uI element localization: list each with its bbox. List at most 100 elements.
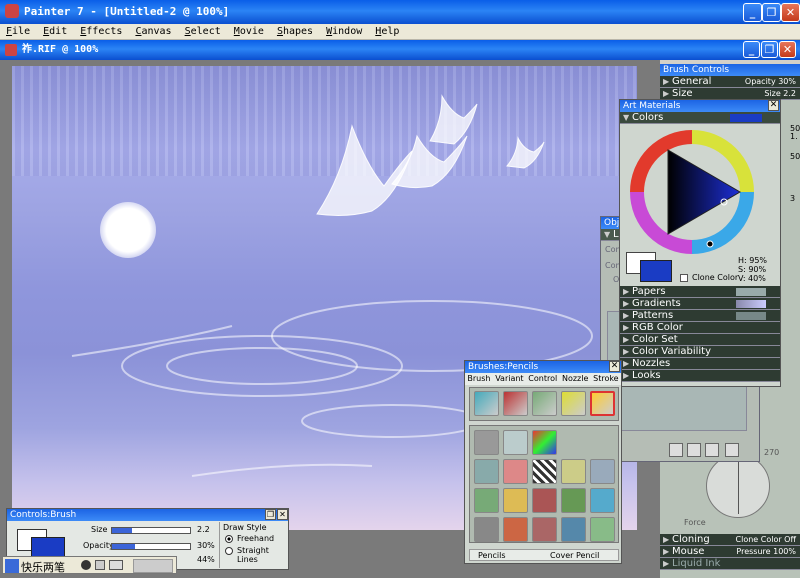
papers-row[interactable]: ▶ Papers [620,286,780,298]
pattern-brush-icon[interactable] [532,459,557,484]
third-value: 44% [197,555,215,564]
camera-brush-icon[interactable] [474,430,499,455]
menu-movie[interactable]: Movie [234,24,264,40]
fx-brush-icon[interactable] [503,488,528,513]
watercolor-brush-icon[interactable] [590,488,615,513]
menu-file[interactable]: File [6,24,30,40]
doc-minimize-button[interactable]: _ [743,41,760,58]
brushes-status-bar: Pencils Cover Pencil [469,549,619,561]
art-materials-title: Art Materials ✕ [620,100,780,112]
clone-color-checkbox[interactable] [680,274,688,282]
colors-section-header[interactable]: ▼ Colors [620,112,780,124]
cloning-row[interactable]: ▶ Cloning Clone Color Off [660,534,800,546]
current-color-swatch[interactable] [640,260,672,282]
charcoal-brush-icon[interactable] [474,488,499,513]
color-variability-row[interactable]: ▶ Color Variability [620,346,780,358]
paintbrush-tool-icon[interactable] [503,391,528,416]
palette-knife-tool-icon[interactable] [532,391,557,416]
chalk-brush-icon[interactable] [503,459,528,484]
layer-link-icon[interactable] [705,443,719,457]
menu-shapes[interactable]: Shapes [277,24,313,40]
airbrush-tool-icon[interactable] [474,391,499,416]
patterns-row[interactable]: ▶ Patterns [620,310,780,322]
color-set-row[interactable]: ▶ Color Set [620,334,780,346]
clone-color-label: Clone Color [692,273,739,282]
minimize-button[interactable]: _ [743,3,762,22]
pen-brush-icon[interactable] [561,459,586,484]
nozzles-row[interactable]: ▶ Nozzles [620,358,780,370]
ink-brush-icon[interactable] [474,459,499,484]
moon-mode-icon[interactable] [81,560,91,570]
rainbow-brush-icon[interactable] [532,430,557,455]
layer-stack-icon[interactable] [669,443,683,457]
tinting-brush-icon[interactable] [590,517,615,542]
artist-brush-icon[interactable] [532,517,557,542]
brushes-menu-variant[interactable]: Variant [495,373,523,385]
pencil-tool-icon[interactable] [590,391,615,416]
mouse-row[interactable]: ▶ Mouse Pressure 100% [660,546,800,558]
menu-effects[interactable]: Effects [80,24,122,40]
brushes-menu-stroke[interactable]: Stroke [593,373,619,385]
size-value: 2.2 [197,525,210,534]
opacity-label: Opacity [83,541,114,550]
hue-value: H: 95% [738,256,768,265]
menu-canvas[interactable]: Canvas [135,24,171,40]
brushes-menu-brush[interactable]: Brush [467,373,490,385]
close-button[interactable]: ✕ [781,3,800,22]
controls-undock-button[interactable]: ❐ [265,509,276,520]
keyboard-icon[interactable] [109,560,123,570]
document-title: 祚.RIF @ 100% [22,44,99,55]
menu-edit[interactable]: Edit [43,24,67,40]
punctuation-icon[interactable] [95,560,105,570]
impasto-brush-icon[interactable] [561,488,586,513]
menu-select[interactable]: Select [185,24,221,40]
size-slider[interactable] [111,527,191,534]
freehand-label: Freehand [237,534,275,543]
looks-row[interactable]: ▶ Looks [620,370,780,382]
trash-icon[interactable] [725,443,739,457]
brushes-menu-control[interactable]: Control [528,373,557,385]
opacity-slider[interactable] [111,543,191,550]
saturation-value: S: 90% [738,265,767,274]
straight-lines-radio[interactable] [225,547,233,555]
draw-style-label: Draw Style [223,523,267,532]
maximize-button[interactable]: ❐ [762,3,781,22]
cloner-brush-icon[interactable] [503,430,528,455]
art-materials-close-button[interactable]: ✕ [768,100,779,111]
layer-brush-icon[interactable] [687,443,701,457]
ime-label[interactable]: 快乐两笔 [21,559,65,575]
controls-brush-title: Controls:Brush [7,509,288,521]
hsv-readout: H: 95% S: 90% V: 40% [738,256,778,283]
brushes-menu-nozzle[interactable]: Nozzle [562,373,588,385]
brushes-close-button[interactable]: ✕ [609,361,620,372]
side-value-4: 3 [790,194,796,203]
objects-toolbar [667,441,747,459]
freehand-radio[interactable] [225,535,233,543]
felt-pen-brush-icon[interactable] [474,517,499,542]
calligraphy-brush-icon[interactable] [590,459,615,484]
brushes-palette: Brushes:Pencils ✕ Brush Variant Control N… [464,360,622,564]
liquid-ink-row[interactable]: ▶ Liquid Ink [660,558,800,570]
brush-variant-label: Cover Pencil [550,551,600,560]
doc-maximize-button[interactable]: ❐ [761,41,778,58]
crayon-tool-icon[interactable] [561,391,586,416]
oil-brush-icon[interactable] [532,488,557,513]
controls-close-button[interactable]: ✕ [277,509,288,520]
side-value-3: 50 [790,152,800,161]
menu-window[interactable]: Window [326,24,362,40]
gradients-row[interactable]: ▶ Gradients [620,298,780,310]
color-wheel[interactable] [628,128,756,256]
acrylic-brush-icon[interactable] [503,517,528,542]
brushes-menu: Brush Variant Control Nozzle Stroke [465,373,621,385]
doc-close-button[interactable]: ✕ [779,41,796,58]
brush-general-row[interactable]: ▶ General Opacity 30% [660,76,800,88]
image-hose-brush-icon[interactable] [561,517,586,542]
opacity-slider-fill [112,544,136,549]
gauge-value: 270 [764,448,780,457]
rgb-color-row[interactable]: ▶ RGB Color [620,322,780,334]
menu-help[interactable]: Help [375,24,399,40]
brush-grid [469,425,619,543]
brush-category-label: Pencils [478,551,506,560]
app-title: Painter 7 - [Untitled-2 @ 100%] [24,5,230,18]
document-icon [5,44,17,56]
